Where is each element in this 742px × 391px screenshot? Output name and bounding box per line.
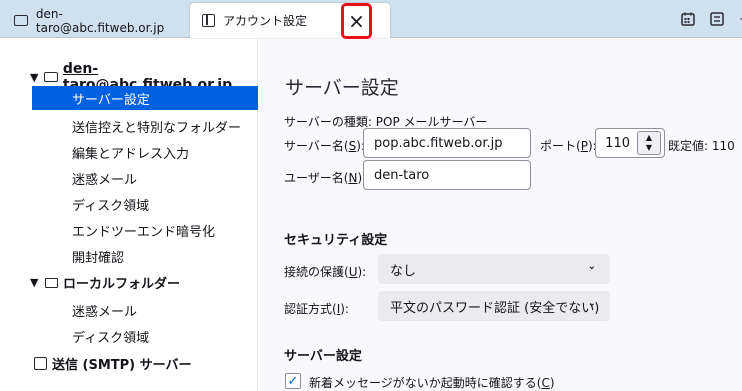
chevron-up-icon[interactable]: ▲	[646, 133, 652, 143]
port-accesskey: P	[580, 139, 588, 153]
check-new-on-startup-label[interactable]: 新着メッセージがないか起動時に確認する(C)	[309, 374, 555, 391]
port-stepper[interactable]: ▲ ▼	[637, 131, 661, 155]
minimize-button[interactable]: –	[732, 9, 742, 29]
sidebar-item-local-junk[interactable]: 迷惑メール	[32, 298, 258, 322]
username-accesskey: N	[348, 171, 358, 185]
tab-account-settings-label: アカウント設定	[223, 14, 308, 28]
security-heading: セキュリティ設定	[284, 233, 388, 248]
sidebar-item-junk[interactable]: 迷惑メール	[32, 166, 258, 190]
calendar-icon	[681, 12, 695, 26]
smtp-servers-item[interactable]: 送信 (SMTP) サーバー	[34, 354, 192, 373]
local-folders-label: ローカルフォルダー	[63, 277, 181, 292]
sidebar-item-local-disk-space[interactable]: ディスク領域	[32, 324, 258, 348]
check-new-label-text: 新着メッセージがないか起動時に確認する(	[309, 376, 542, 390]
connection-security-label: 接続の保護(U):	[284, 265, 367, 279]
auth-method-label: 認証方式(I):	[284, 302, 349, 316]
tab-mail[interactable]: den-taro@abc.fitweb.or.jp	[4, 4, 190, 37]
smtp-servers-label: 送信 (SMTP) サーバー	[52, 358, 192, 373]
outgoing-server-icon	[34, 357, 47, 370]
username-label: ユーザー名(N):	[284, 171, 367, 185]
sidebar-item-e2e-encryption[interactable]: エンドツーエンド暗号化	[32, 218, 258, 242]
folder-icon	[45, 277, 58, 288]
tab-mail-label: den-taro@abc.fitweb.or.jp	[35, 6, 165, 35]
server-type-label: サーバーの種類:	[284, 115, 372, 129]
connection-security-value: なし	[390, 263, 417, 279]
server-name-input[interactable]: pop.abc.fitweb.or.jp	[363, 128, 531, 158]
close-tab-button[interactable]: ×	[341, 3, 372, 39]
chevron-down-icon[interactable]: ▼	[30, 276, 40, 289]
sidebar-item-composition[interactable]: 編集とアドレス入力	[32, 140, 258, 164]
port-default: 既定値: 110	[668, 137, 735, 154]
port-label-text: ポート(	[540, 139, 581, 153]
page-title: サーバー設定	[285, 77, 399, 99]
server-type-value: POP メールサーバー	[375, 115, 488, 129]
sidebar-item-return-receipts[interactable]: 開封確認	[32, 244, 258, 268]
chevron-down-icon: ⌄	[587, 298, 596, 309]
port-default-label: 既定値:	[668, 139, 709, 153]
mail-icon	[14, 15, 28, 26]
chevron-down-icon: ⌄	[587, 261, 596, 272]
auth-method-accesskey: I	[336, 302, 341, 316]
account-sidebar: ▼ den-taro@abc.fitweb.or.jp サーバー設定 送信控えと…	[0, 39, 258, 391]
tasks-button[interactable]	[706, 9, 728, 29]
mail-icon	[44, 72, 58, 82]
close-icon: ×	[348, 9, 365, 33]
tab-bar: den-taro@abc.fitweb.or.jp アカウント設定 × –	[0, 0, 742, 39]
server-name-label: サーバー名(S):	[284, 139, 365, 153]
port-default-value: 110	[711, 139, 735, 153]
sidebar-item-copies-folders[interactable]: 送信控えと特別なフォルダー	[32, 114, 258, 138]
server-name-accesskey: S	[348, 139, 357, 153]
username-label-text: ユーザー名(	[284, 171, 349, 185]
auth-method-value: 平文のパスワード認証 (安全でない)	[390, 300, 600, 316]
connection-security-label-text: 接続の保護(	[284, 265, 349, 279]
auth-method-select[interactable]: 平文のパスワード認証 (安全でない) ⌄	[378, 291, 610, 321]
server-settings-heading: サーバー設定	[284, 349, 362, 364]
connection-security-select[interactable]: なし ⌄	[378, 254, 610, 284]
check-new-on-startup-checkbox[interactable]: ✓	[285, 373, 301, 389]
connection-security-accesskey: U	[348, 265, 358, 279]
auth-method-label-text: 認証方式(	[284, 302, 337, 316]
calendar-button[interactable]	[677, 9, 699, 29]
sidebar-item-disk-space[interactable]: ディスク領域	[32, 192, 258, 216]
port-label: ポート(P):	[540, 139, 597, 153]
local-folders-tree-item[interactable]: ▼ ローカルフォルダー	[30, 273, 180, 292]
chevron-down-icon[interactable]: ▼	[646, 143, 652, 153]
tasks-icon	[710, 12, 724, 26]
chevron-down-icon[interactable]: ▼	[30, 71, 39, 84]
settings-panel: サーバー設定 サーバーの種類: POP メールサーバー サーバー名(S): po…	[259, 39, 742, 391]
username-input[interactable]: den-taro	[363, 160, 531, 190]
sidebar-item-server-settings[interactable]: サーバー設定	[32, 86, 258, 110]
check-new-accesskey: C	[541, 376, 550, 390]
server-name-label-text: サーバー名(	[284, 139, 349, 153]
settings-page-icon	[202, 14, 215, 27]
checkmark-icon: ✓	[287, 373, 299, 389]
